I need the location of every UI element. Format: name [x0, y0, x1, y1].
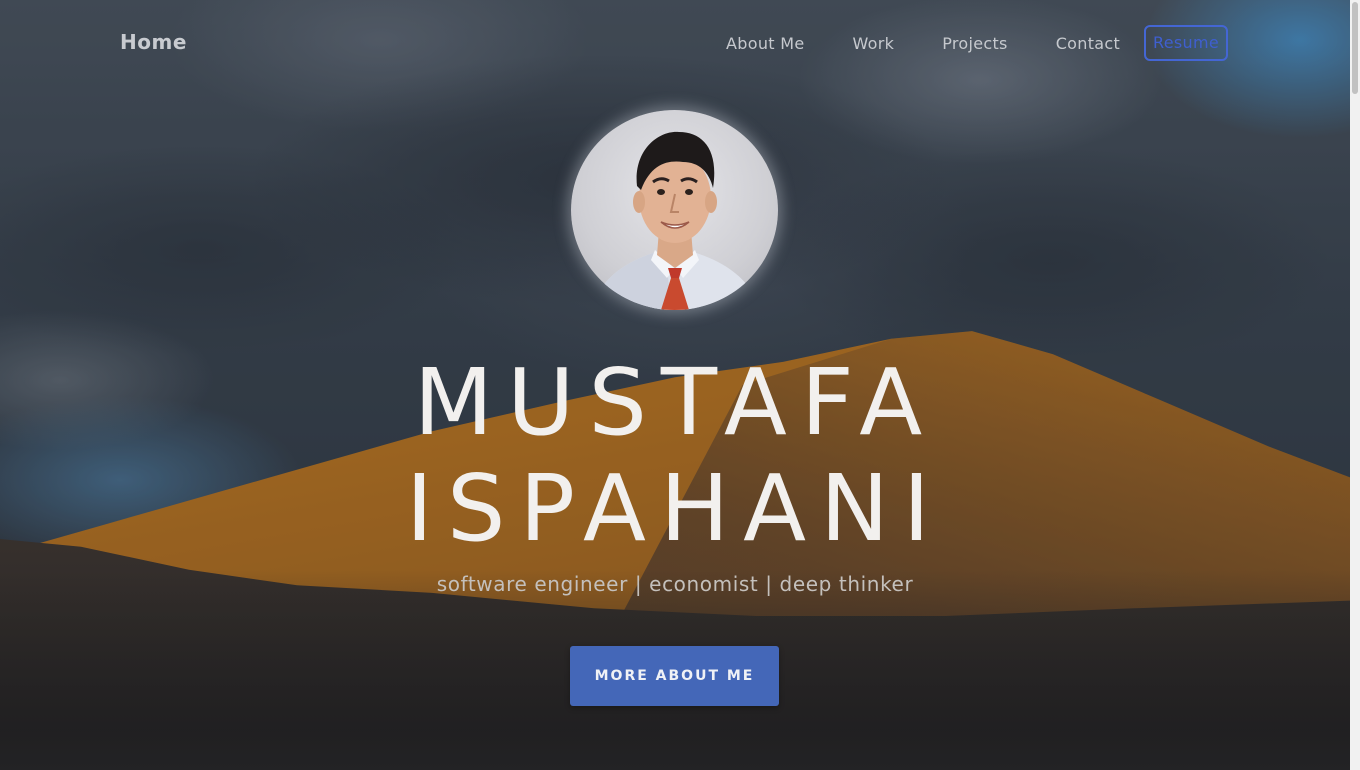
- resume-button[interactable]: Resume: [1144, 25, 1228, 61]
- page-scrollbar[interactable]: [1350, 0, 1360, 770]
- nav-links: About Me Work Projects Contact Resume: [726, 25, 1228, 61]
- nav-link-projects[interactable]: Projects: [942, 34, 1007, 53]
- hero-tagline: software engineer | economist | deep thi…: [436, 572, 914, 596]
- top-navigation: Home About Me Work Projects Contact Resu…: [0, 0, 1350, 88]
- nav-link-about-me[interactable]: About Me: [726, 34, 804, 53]
- nav-home-link[interactable]: Home: [120, 30, 187, 54]
- avatar: [571, 110, 778, 310]
- page: Home About Me Work Projects Contact Resu…: [0, 0, 1360, 770]
- nav-link-work[interactable]: Work: [852, 34, 894, 53]
- more-about-me-button[interactable]: MORE ABOUT ME: [570, 646, 779, 706]
- profile-photo-icon: [591, 131, 761, 310]
- nav-link-contact[interactable]: Contact: [1056, 34, 1120, 53]
- scrollbar-thumb[interactable]: [1352, 2, 1358, 94]
- hero-name: MUSTAFA ISPAHANI: [0, 350, 1350, 562]
- hero-name-last: ISPAHANI: [405, 455, 945, 562]
- hero-name-first: MUSTAFA: [413, 349, 937, 456]
